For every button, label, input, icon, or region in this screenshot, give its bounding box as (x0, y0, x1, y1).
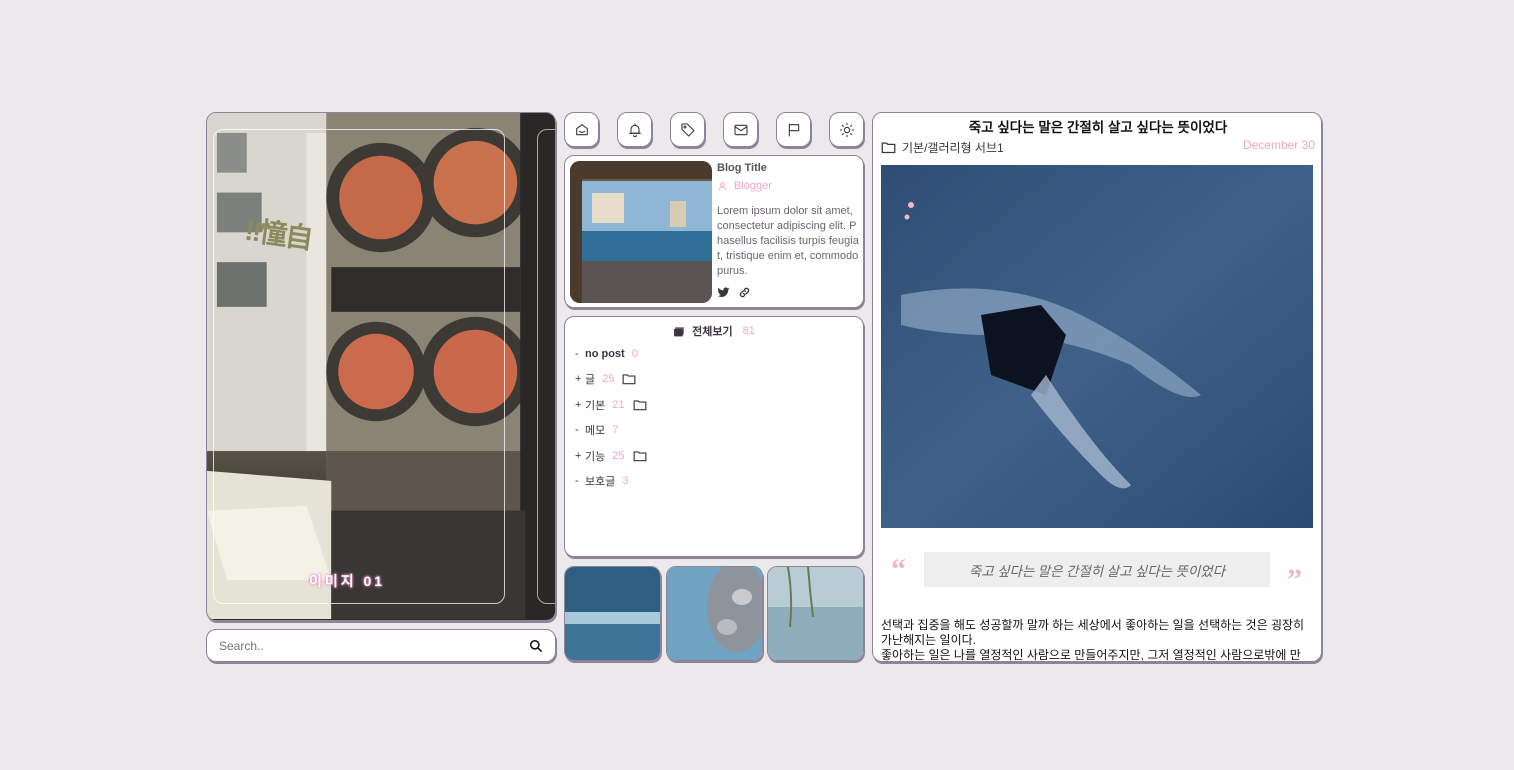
notification-button[interactable] (617, 112, 652, 147)
folder-icon (633, 400, 646, 410)
flag-icon (788, 122, 799, 137)
category-name: 글 (585, 374, 596, 387)
thumbnail-1[interactable] (564, 566, 661, 661)
tag-icon (680, 122, 695, 137)
mail-button[interactable] (723, 112, 758, 147)
category-toggle[interactable]: - (575, 424, 585, 436)
category-count: 0 (631, 347, 638, 360)
post-category-label: 기본/갤러리형 서브1 (902, 141, 1004, 155)
category-item[interactable]: - 메모 7 (575, 418, 853, 444)
search-input[interactable] (219, 638, 529, 653)
category-name: 기본 (585, 399, 606, 412)
category-toggle[interactable]: - (575, 475, 585, 487)
search-bar[interactable] (206, 629, 556, 662)
category-item[interactable]: + 기능 25 (575, 443, 853, 469)
category-count: 21 (612, 398, 625, 411)
category-name: 보호글 (585, 476, 616, 489)
blog-title[interactable]: Blog Title (717, 162, 767, 174)
social-links (717, 286, 751, 299)
tag-button[interactable] (670, 112, 705, 147)
post-body-line-1: 선택과 집중을 해도 성공할까 말까 하는 세상에서 좋아하는 일을 선택하는 … (881, 618, 1305, 647)
user-icon (718, 181, 727, 191)
quote-open-icon: “ (891, 553, 906, 586)
search-icon[interactable] (529, 639, 543, 653)
category-toggle[interactable]: + (575, 399, 585, 411)
category-toggle[interactable]: + (575, 450, 585, 462)
link-icon[interactable] (738, 286, 751, 299)
post-title[interactable]: 죽고 싶다는 말은 간절히 살고 싶다는 뜻이었다 (873, 116, 1321, 136)
profile-card: Blog Title Blogger Lorem ipsum dolor sit… (564, 155, 864, 308)
hero-gallery[interactable]: !!憧自 이미지 01 (206, 112, 556, 621)
thumbnail-3[interactable] (767, 566, 864, 661)
hero-frame (213, 129, 505, 604)
category-count: 7 (612, 424, 619, 437)
blogger-label: Blogger (734, 180, 772, 192)
category-item[interactable]: + 기본 21 (575, 392, 853, 418)
hero-next-frame[interactable] (537, 129, 555, 604)
mail-icon (733, 124, 748, 135)
bell-icon (628, 122, 641, 137)
blog-description: Lorem ipsum dolor sit amet, consectetur … (717, 205, 859, 277)
category-all-count: 81 (742, 325, 755, 337)
hero-caption: 이미지 01 (308, 573, 386, 589)
twitter-icon[interactable] (717, 286, 730, 299)
folder-icon (633, 451, 646, 461)
category-item[interactable]: - 보호글 3 (575, 469, 853, 495)
folders-icon (674, 327, 684, 337)
category-count: 25 (612, 449, 625, 462)
post-category[interactable]: 기본/갤러리형 서브1 (881, 139, 1004, 156)
folder-icon (881, 142, 896, 154)
theme-toggle-button[interactable] (829, 112, 864, 147)
category-name: 메모 (585, 425, 606, 438)
category-name: no post (585, 347, 625, 360)
post-body-line-2: 좋아하는 일은 나를 열정적인 사람으로 만들어주지만, 그저 열정적인 사람으… (881, 648, 1301, 662)
thumbnail-2[interactable] (666, 566, 763, 661)
category-all-label: 전체보기 (692, 326, 733, 338)
profile-image (570, 161, 712, 303)
category-count: 3 (622, 475, 629, 488)
post-quote: 죽고 싶다는 말은 간절히 살고 싶다는 뜻이었다 (924, 552, 1270, 587)
category-all[interactable]: 전체보기 81 (575, 323, 853, 339)
folder-icon (622, 374, 636, 385)
category-list: 전체보기 81 - no post 0 + 글 25 + 기본 21- 메모 7 + 기능 25- 보호글 3 (564, 316, 864, 557)
blogger-name[interactable]: Blogger (717, 180, 772, 192)
category-name: 기능 (585, 450, 606, 463)
post-card: 죽고 싶다는 말은 간절히 살고 싶다는 뜻이었다 기본/갤러리형 서브1 De… (872, 112, 1322, 662)
quote-close-icon: ” (1287, 563, 1302, 596)
category-count: 25 (602, 373, 615, 386)
category-toggle[interactable]: - (575, 348, 585, 360)
category-item[interactable]: - no post 0 (575, 341, 853, 367)
home-icon (575, 123, 588, 135)
sun-icon (839, 122, 854, 137)
flag-button[interactable] (776, 112, 811, 147)
category-toggle[interactable]: + (575, 373, 585, 385)
category-item[interactable]: + 글 25 (575, 367, 853, 393)
post-body: 선택과 집중을 해도 성공할까 말까 하는 세상에서 좋아하는 일을 선택하는 … (881, 618, 1311, 662)
home-button[interactable] (564, 112, 599, 147)
post-image (881, 165, 1313, 528)
post-date: December 30 (1242, 138, 1315, 152)
